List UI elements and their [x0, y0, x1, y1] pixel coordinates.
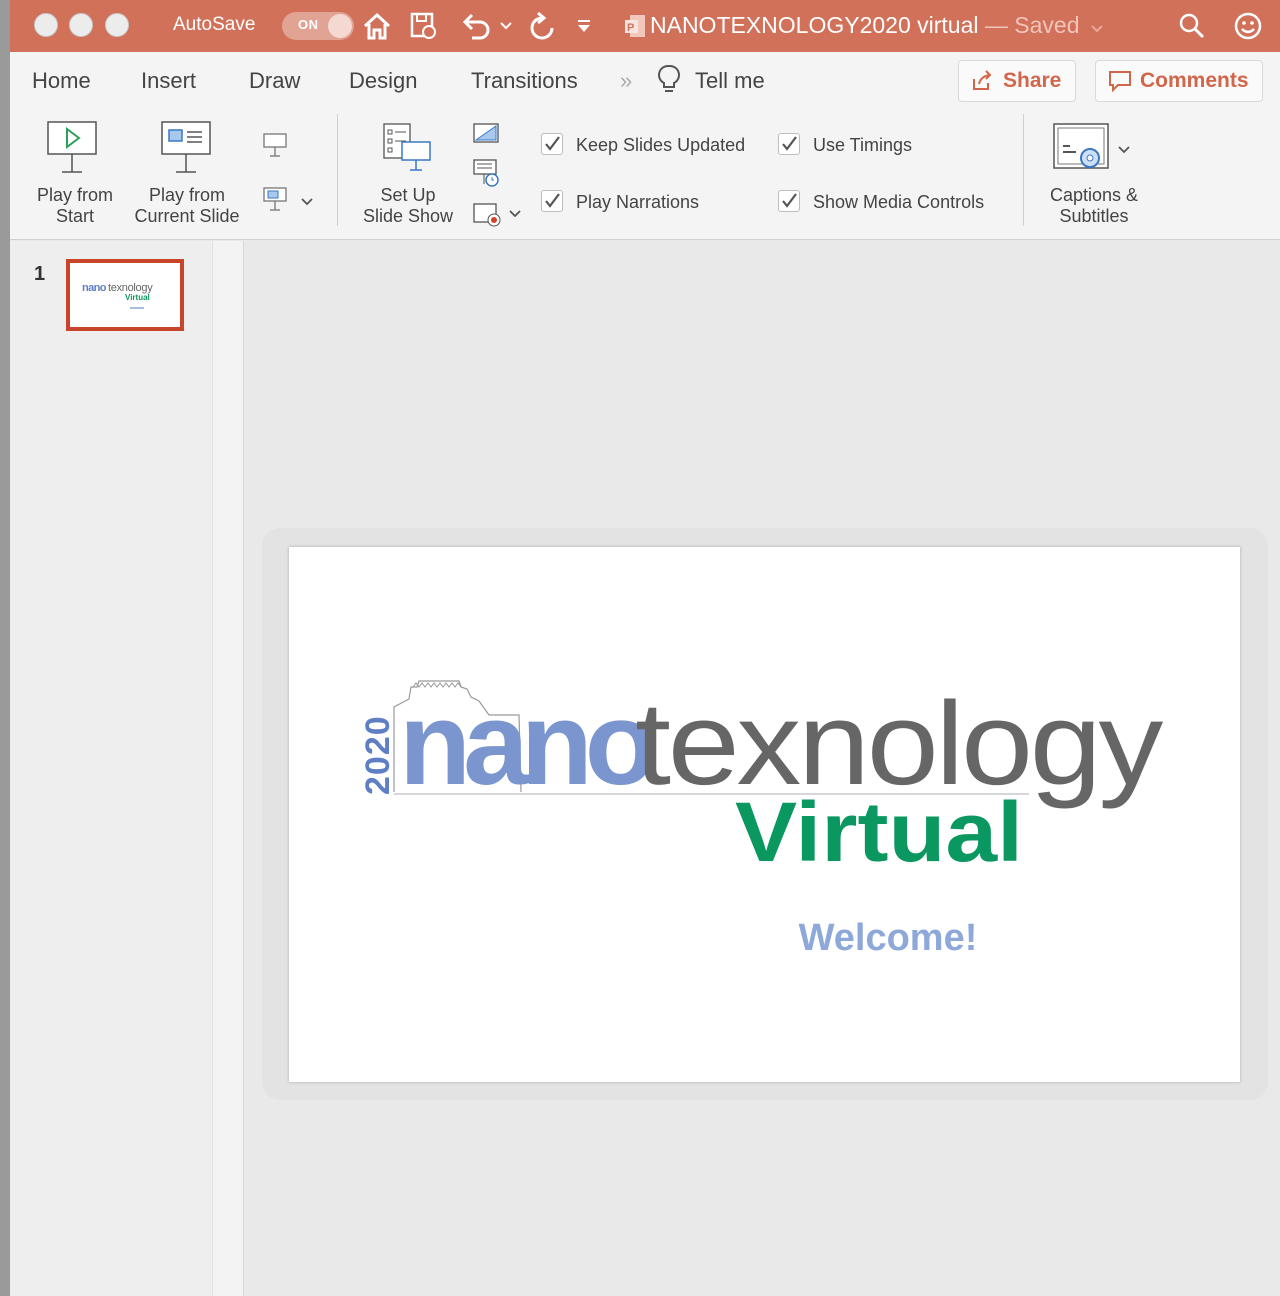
- home-icon[interactable]: [361, 10, 393, 42]
- play-from-current-slide-icon: [160, 120, 212, 181]
- play-from-start-icon: [46, 120, 98, 181]
- redo-icon[interactable]: [526, 10, 558, 42]
- logo-nano: nano: [399, 678, 653, 810]
- ribbon: Home Insert Draw Design Transitions » Te…: [10, 52, 1280, 240]
- checkmark-icon: [782, 193, 797, 208]
- svg-text:Virtual: Virtual: [125, 293, 150, 302]
- slide-thumbnail-pane: 1 nano texnology Virtual: [10, 241, 212, 1296]
- checkmark-icon: [545, 136, 560, 151]
- autosave-label: AutoSave: [173, 14, 256, 35]
- play-from-start-label-line2: Start: [55, 206, 94, 226]
- slide-thumbnail-1[interactable]: nano texnology Virtual: [66, 259, 184, 331]
- play-narrations-checkbox[interactable]: [541, 190, 563, 212]
- zoom-window-button[interactable]: [105, 13, 129, 37]
- set-up-label-line2: Slide Show: [362, 206, 454, 226]
- thumbnail-pane-scrollbar[interactable]: [212, 241, 244, 1296]
- set-up-slide-show-icon: [382, 122, 434, 179]
- captions-chevron-icon[interactable]: [1117, 142, 1131, 160]
- record-chevron-icon[interactable]: [508, 206, 522, 224]
- keep-slides-updated-label: Keep Slides Updated: [576, 135, 746, 155]
- thumbnail-preview: nano texnology Virtual: [82, 282, 153, 309]
- checkmark-icon: [545, 193, 560, 208]
- share-button[interactable]: Share: [958, 60, 1076, 102]
- comments-button[interactable]: Comments: [1095, 60, 1263, 102]
- hide-slide-icon[interactable]: [472, 122, 500, 151]
- save-sync-icon[interactable]: [407, 10, 439, 42]
- captions-label-line2: Subtitles: [1059, 206, 1129, 226]
- tab-draw[interactable]: Draw: [249, 68, 300, 94]
- use-timings-label: Use Timings: [813, 135, 913, 155]
- logo-year: 2020: [359, 715, 397, 795]
- play-from-current-label-line1: Play from: [148, 185, 226, 205]
- play-from-start-label-line1: Play from: [36, 185, 114, 205]
- tab-transitions[interactable]: Transitions: [471, 68, 578, 94]
- comment-icon: [1109, 71, 1131, 92]
- tab-home[interactable]: Home: [32, 68, 91, 94]
- play-narrations-label: Play Narrations: [576, 192, 700, 212]
- record-slide-show-icon[interactable]: [472, 202, 502, 233]
- save-status: — Saved: [984, 12, 1080, 38]
- ribbon-divider: [1023, 114, 1024, 226]
- custom-slide-show-icon[interactable]: [262, 186, 288, 217]
- slide-content: 2020 nano texnology Virtual Welcome!: [359, 678, 1166, 959]
- document-title: NANOTEXNOLOGY2020 virtual — Saved: [650, 12, 1104, 40]
- captions-label-line1: Captions &: [1049, 185, 1139, 205]
- slide-number: 1: [34, 263, 46, 285]
- title-bar: AutoSave ON P NANOTEXNOLOGY2020 virtual …: [10, 0, 1280, 52]
- document-name: NANOTEXNOLOGY2020 virtual: [650, 12, 979, 38]
- customize-toolbar-icon[interactable]: [572, 10, 596, 42]
- toggle-knob: [328, 14, 352, 38]
- window-left-edge: [0, 0, 10, 1296]
- slide-canvas[interactable]: 2020 nano texnology Virtual Welcome!: [289, 547, 1240, 1082]
- minimize-window-button[interactable]: [69, 13, 93, 37]
- welcome-text: Welcome!: [799, 917, 978, 959]
- feedback-smiley-icon[interactable]: [1232, 10, 1264, 42]
- show-media-controls-label: Show Media Controls: [813, 192, 985, 212]
- checkmark-icon: [782, 136, 797, 151]
- powerpoint-document-icon: P: [622, 10, 648, 42]
- comments-label: Comments: [1140, 69, 1249, 92]
- tell-me-search[interactable]: Tell me: [695, 68, 765, 94]
- title-chevron-icon[interactable]: [1090, 13, 1104, 40]
- svg-text:nano: nano: [82, 282, 107, 294]
- set-up-label-line1: Set Up: [380, 185, 436, 205]
- autosave-toggle[interactable]: ON: [282, 12, 354, 40]
- autosave-state: ON: [298, 17, 319, 32]
- keep-slides-updated-checkbox[interactable]: [541, 133, 563, 155]
- captions-settings-icon: [1052, 122, 1112, 183]
- show-media-controls-checkbox[interactable]: [778, 190, 800, 212]
- use-timings-checkbox[interactable]: [778, 133, 800, 155]
- undo-dropdown-chevron-icon[interactable]: [494, 10, 518, 42]
- share-icon: [973, 70, 992, 90]
- share-label: Share: [1003, 69, 1062, 92]
- rehearse-timings-icon[interactable]: [472, 158, 500, 193]
- lightbulb-icon[interactable]: [656, 64, 682, 99]
- close-window-button[interactable]: [34, 13, 58, 37]
- play-from-current-label-line2: Current Slide: [134, 206, 240, 226]
- undo-icon[interactable]: [460, 10, 492, 42]
- svg-text:P: P: [627, 22, 634, 34]
- ribbon-divider: [337, 114, 338, 226]
- tab-design[interactable]: Design: [349, 68, 417, 94]
- presenter-view-icon[interactable]: [262, 132, 288, 163]
- more-tabs-chevron-icon[interactable]: »: [620, 68, 632, 94]
- search-icon[interactable]: [1176, 10, 1208, 42]
- custom-show-chevron-icon[interactable]: [300, 194, 314, 212]
- tab-insert[interactable]: Insert: [141, 68, 196, 94]
- logo-virtual: Virtual: [735, 785, 1023, 879]
